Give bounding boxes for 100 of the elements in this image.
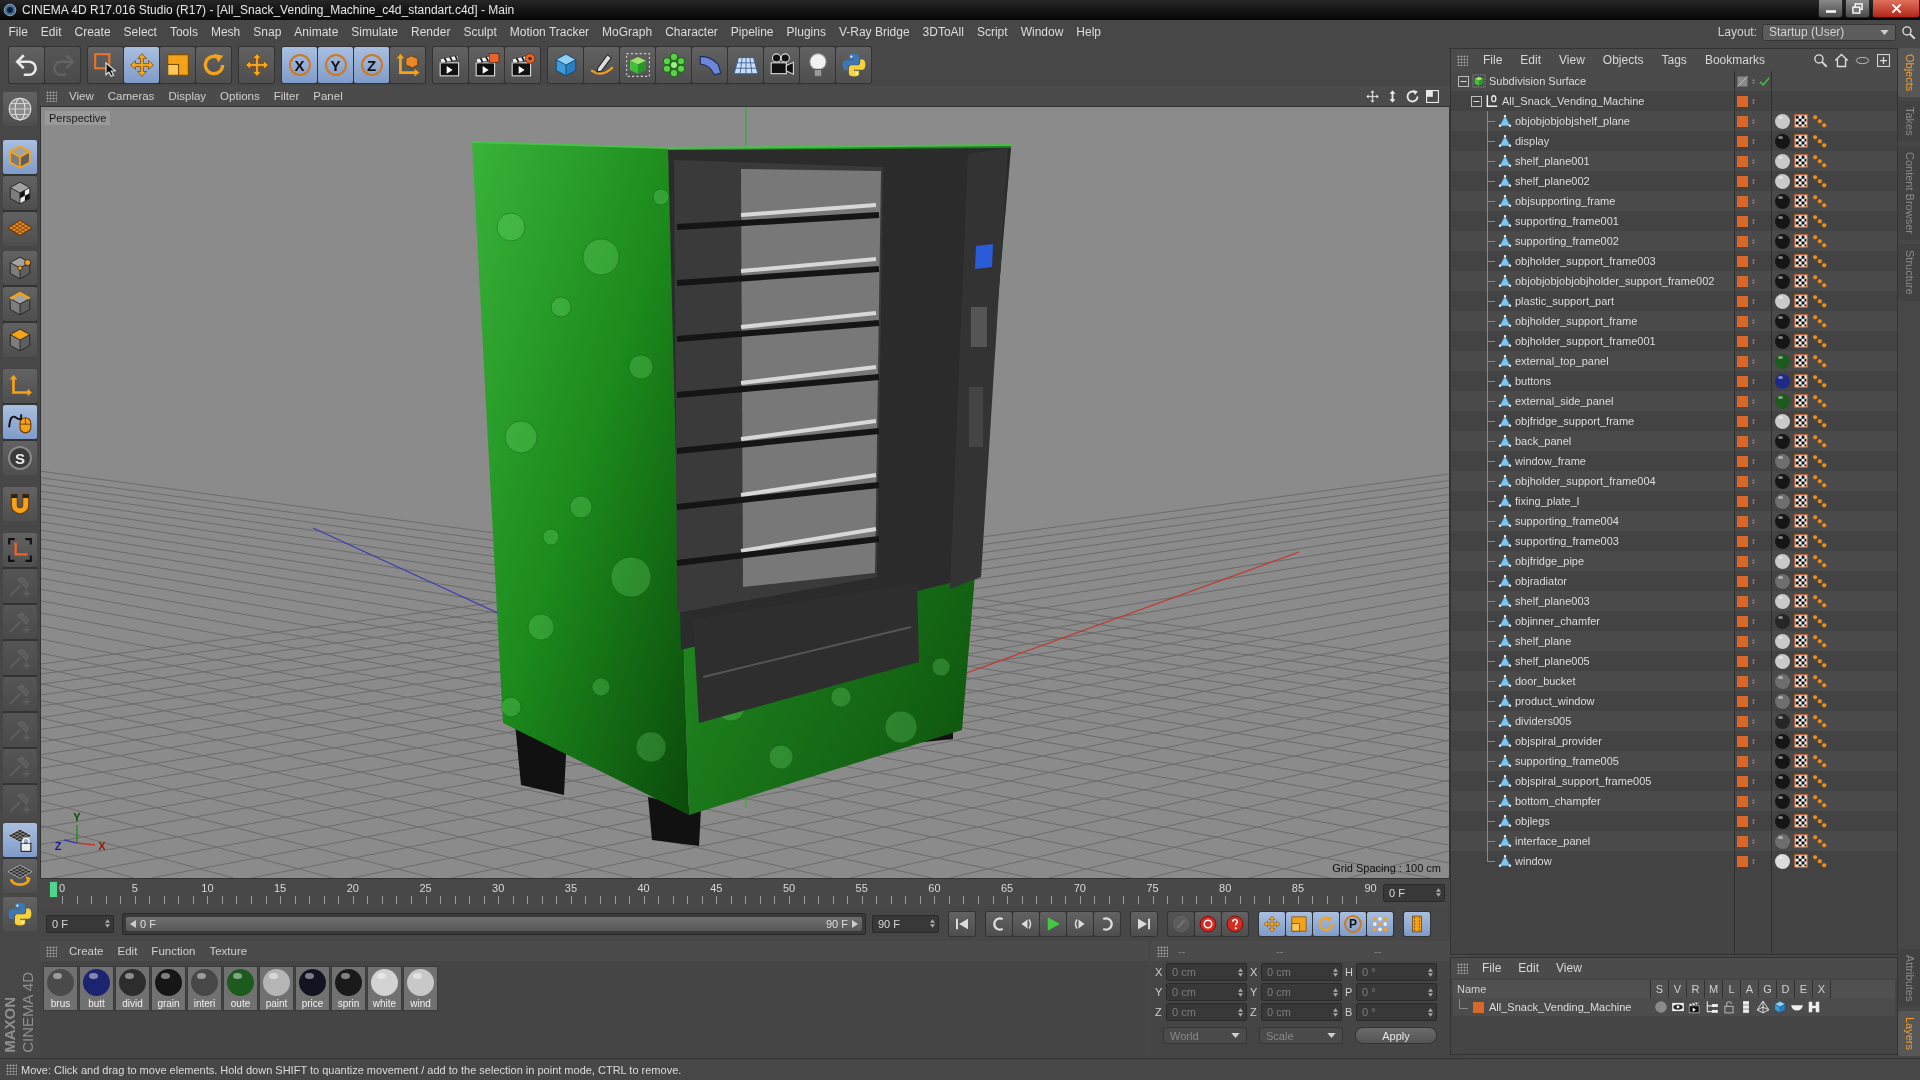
layout-dropdown[interactable]: Startup (User) <box>1762 23 1896 41</box>
layer-swatch-icon[interactable] <box>1737 355 1748 367</box>
camera-button[interactable] <box>764 47 799 83</box>
material-sphere-icon[interactable] <box>1775 673 1790 689</box>
layer-swatch-icon[interactable] <box>1737 855 1748 867</box>
spinner-arrows-icon[interactable] <box>1428 987 1433 997</box>
checker-tag-icon[interactable] <box>1794 134 1808 148</box>
solo-dot-icon[interactable] <box>1653 1000 1668 1014</box>
cube-icon[interactable] <box>1772 1000 1787 1014</box>
menu-item[interactable]: Edit <box>111 945 144 957</box>
object-row[interactable]: back_panel <box>1451 431 1897 451</box>
checker-tag-icon[interactable] <box>1794 854 1808 868</box>
scale-button[interactable] <box>1286 911 1312 936</box>
object-row[interactable]: objholder_support_frame <box>1451 311 1897 331</box>
panel-grip-icon[interactable] <box>46 90 57 102</box>
dots-tag-icon[interactable] <box>1812 673 1827 689</box>
checker-tag-icon[interactable] <box>1794 654 1808 668</box>
checker-tag-icon[interactable] <box>1794 774 1808 788</box>
menu-item[interactable]: File <box>2 25 35 39</box>
checker-tag-icon[interactable] <box>1794 534 1808 548</box>
bend-button[interactable] <box>692 47 727 83</box>
menu-item[interactable]: Edit <box>34 25 69 39</box>
side-tab[interactable]: Layers <box>1898 1010 1920 1056</box>
layer-swatch-icon[interactable] <box>1737 215 1748 227</box>
material-sphere-icon[interactable] <box>1775 313 1790 329</box>
snap-button[interactable]: S <box>3 441 37 475</box>
menu-item[interactable]: Plugins <box>780 25 833 39</box>
dots-tag-icon[interactable] <box>1812 413 1827 429</box>
spinner-arrows-icon[interactable] <box>1428 1007 1433 1017</box>
object-row[interactable]: supporting_frame004 <box>1451 511 1897 531</box>
layer-swatch-icon[interactable] <box>1737 235 1748 247</box>
checker-tag-icon[interactable] <box>1794 214 1808 228</box>
object-row[interactable]: shelf_plane001 <box>1451 151 1897 171</box>
layer-swatch-icon[interactable] <box>1737 115 1748 127</box>
eye-icon[interactable] <box>1670 1000 1685 1014</box>
layer-swatch-icon[interactable] <box>1737 415 1748 427</box>
spinner-arrows-icon[interactable] <box>1333 1007 1338 1017</box>
checker-tag-icon[interactable] <box>1794 254 1808 268</box>
material-sphere-icon[interactable] <box>1775 193 1790 209</box>
material-item[interactable]: grain <box>151 966 186 1011</box>
layer-swatch-icon[interactable] <box>1737 275 1748 287</box>
dots-tag-icon[interactable] <box>1812 473 1827 489</box>
rotate-icon[interactable] <box>1405 88 1420 104</box>
menu-item[interactable]: Snap <box>246 25 288 39</box>
rotate-button[interactable] <box>1313 911 1339 936</box>
checker-tag-icon[interactable] <box>1794 394 1808 408</box>
layer-swatch-icon[interactable] <box>1737 795 1748 807</box>
material-item[interactable]: butt <box>79 966 114 1011</box>
material-sphere-icon[interactable] <box>1775 513 1790 529</box>
material-sphere-icon[interactable] <box>1775 633 1790 649</box>
material-sphere-icon[interactable] <box>1775 273 1790 289</box>
checker-tag-icon[interactable] <box>1794 634 1808 648</box>
layer-swatch-icon[interactable] <box>1737 155 1748 167</box>
hierarchy-icon[interactable] <box>1704 1000 1719 1014</box>
menu-item[interactable]: Edit <box>1510 961 1547 975</box>
axes-button[interactable] <box>3 369 37 403</box>
checker-tag-icon[interactable] <box>1794 294 1808 308</box>
checker-tag-icon[interactable] <box>1794 234 1808 248</box>
points-button[interactable] <box>3 251 37 285</box>
recent-button[interactable] <box>239 47 274 83</box>
dots-tag-icon[interactable] <box>1812 553 1827 569</box>
renderpicture-button[interactable] <box>469 47 504 83</box>
material-sphere-icon[interactable] <box>1775 753 1790 769</box>
check-icon[interactable] <box>1759 75 1770 87</box>
checker-tag-icon[interactable] <box>1794 554 1808 568</box>
autokey-button[interactable] <box>1222 911 1248 936</box>
checker-tag-icon[interactable] <box>1794 514 1808 528</box>
menu-item[interactable]: Mesh <box>204 25 247 39</box>
layer-swatch-icon[interactable] <box>1737 255 1748 267</box>
layer-swatch-icon[interactable] <box>1737 335 1748 347</box>
dots-tag-icon[interactable] <box>1812 653 1827 669</box>
minimize-button[interactable] <box>1818 0 1843 18</box>
dots-tag-icon[interactable] <box>1812 313 1827 329</box>
dots-tag-icon[interactable] <box>1812 513 1827 529</box>
floor-button[interactable] <box>728 47 763 83</box>
polygons-button[interactable] <box>3 323 37 357</box>
menu-item[interactable]: View <box>63 90 100 102</box>
undo-button[interactable] <box>9 47 44 83</box>
checker-tag-icon[interactable] <box>1794 334 1808 348</box>
material-sphere-icon[interactable] <box>1775 253 1790 269</box>
layer-swatch-icon[interactable] <box>1737 515 1748 527</box>
current-frame-field[interactable]: 0 F <box>1383 883 1445 902</box>
object-row[interactable]: supporting_frame005 <box>1451 751 1897 771</box>
object-row[interactable]: shelf_plane003 <box>1451 591 1897 611</box>
menu-item[interactable]: Character <box>658 25 725 39</box>
layer-swatch-icon[interactable] <box>1737 675 1748 687</box>
layer-swatch-icon[interactable] <box>1737 735 1748 747</box>
edges-button[interactable] <box>3 287 37 321</box>
param-button[interactable]: P <box>1340 911 1366 936</box>
material-sphere-icon[interactable] <box>1775 333 1790 349</box>
spinner-arrows-icon[interactable] <box>105 919 110 928</box>
left-arrow-icon[interactable] <box>130 919 136 928</box>
object-row[interactable]: shelf_plane <box>1451 631 1897 651</box>
object-row[interactable]: Subdivision Surface <box>1451 71 1897 91</box>
layer-swatch-icon[interactable] <box>1737 135 1748 147</box>
axisframe-button[interactable] <box>3 533 37 567</box>
object-row[interactable]: external_side_panel <box>1451 391 1897 411</box>
object-row[interactable]: dividers005 <box>1451 711 1897 731</box>
checker-tag-icon[interactable] <box>1794 694 1808 708</box>
dots-tag-icon[interactable] <box>1812 793 1827 809</box>
